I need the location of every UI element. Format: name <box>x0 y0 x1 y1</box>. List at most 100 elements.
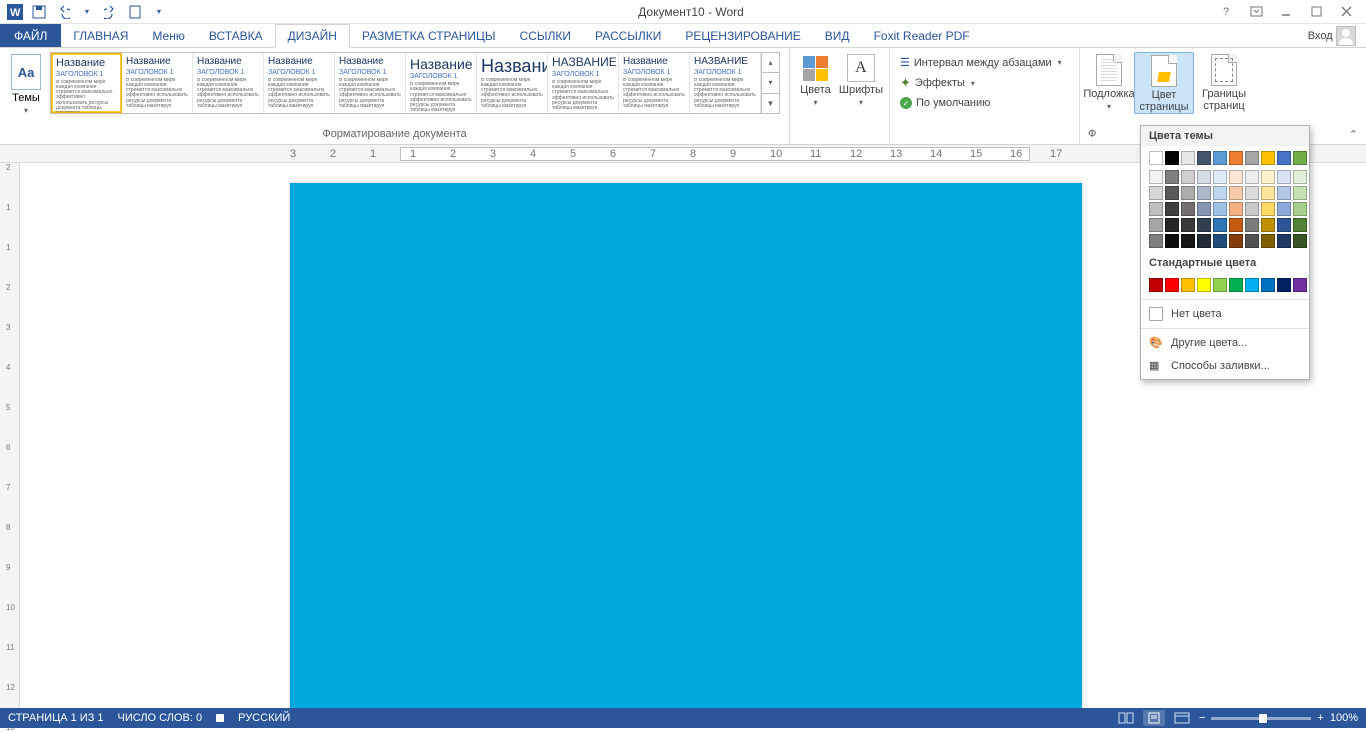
style-gallery-item[interactable]: НАЗВАНИЕЗАГОЛОВОК 1В современном мире ка… <box>548 53 619 113</box>
color-swatch[interactable] <box>1197 202 1211 216</box>
paragraph-spacing-button[interactable]: ☰Интервал между абзацами▾ <box>896 54 1066 71</box>
color-swatch[interactable] <box>1181 170 1195 184</box>
color-swatch[interactable] <box>1149 151 1163 165</box>
page-color-button[interactable]: Цвет страницы <box>1134 52 1194 114</box>
view-read-icon[interactable] <box>1115 710 1137 726</box>
minimize-icon[interactable] <box>1272 2 1300 22</box>
zoom-in-button[interactable]: + <box>1317 712 1323 724</box>
color-swatch[interactable] <box>1213 170 1227 184</box>
color-swatch[interactable] <box>1277 234 1291 248</box>
color-swatch[interactable] <box>1165 234 1179 248</box>
color-swatch[interactable] <box>1197 170 1211 184</box>
redo-icon[interactable] <box>100 2 122 22</box>
close-icon[interactable] <box>1332 2 1360 22</box>
color-swatch[interactable] <box>1165 170 1179 184</box>
zoom-out-button[interactable]: − <box>1199 712 1205 724</box>
undo-icon[interactable] <box>52 2 74 22</box>
color-swatch[interactable] <box>1293 234 1307 248</box>
color-swatch[interactable] <box>1213 234 1227 248</box>
tab-mailings[interactable]: РАССЫЛКИ <box>583 24 673 47</box>
zoom-slider[interactable] <box>1211 717 1311 720</box>
tab-design[interactable]: ДИЗАЙН <box>275 24 350 48</box>
themes-button[interactable]: Темы ▾ <box>6 52 46 115</box>
gallery-more-icon[interactable]: ▼ <box>762 94 779 113</box>
color-swatch[interactable] <box>1229 170 1243 184</box>
style-gallery[interactable]: НазваниеЗаголовок 1В современном мире ка… <box>50 52 780 114</box>
color-swatch[interactable] <box>1245 202 1259 216</box>
tab-layout[interactable]: РАЗМЕТКА СТРАНИЦЫ <box>350 24 508 47</box>
color-swatch[interactable] <box>1245 218 1259 232</box>
color-swatch[interactable] <box>1229 218 1243 232</box>
color-swatch[interactable] <box>1245 186 1259 200</box>
color-swatch[interactable] <box>1293 151 1307 165</box>
no-color-item[interactable]: Нет цвета <box>1141 302 1309 326</box>
color-swatch[interactable] <box>1245 278 1259 292</box>
color-swatch[interactable] <box>1149 278 1163 292</box>
default-button[interactable]: ✓По умолчанию <box>896 95 1066 111</box>
color-swatch[interactable] <box>1165 218 1179 232</box>
color-swatch[interactable] <box>1165 151 1179 165</box>
color-swatch[interactable] <box>1261 278 1275 292</box>
gallery-scroll-down-icon[interactable]: ▾ <box>762 73 779 93</box>
color-swatch[interactable] <box>1165 186 1179 200</box>
color-swatch[interactable] <box>1181 234 1195 248</box>
color-swatch[interactable] <box>1213 278 1227 292</box>
color-swatch[interactable] <box>1245 170 1259 184</box>
style-gallery-item[interactable]: НазваниеЗаголовок 1В современном мире ка… <box>193 53 264 113</box>
new-doc-icon[interactable] <box>124 2 146 22</box>
color-swatch[interactable] <box>1181 278 1195 292</box>
color-swatch[interactable] <box>1229 186 1243 200</box>
tab-insert[interactable]: ВСТАВКА <box>197 24 275 47</box>
color-swatch[interactable] <box>1197 278 1211 292</box>
color-swatch[interactable] <box>1277 170 1291 184</box>
status-page[interactable]: СТРАНИЦА 1 ИЗ 1 <box>8 712 104 724</box>
color-swatch[interactable] <box>1181 218 1195 232</box>
color-swatch[interactable] <box>1213 218 1227 232</box>
color-swatch[interactable] <box>1213 186 1227 200</box>
status-language[interactable]: РУССКИЙ <box>238 712 290 724</box>
color-swatch[interactable] <box>1149 202 1163 216</box>
color-swatch[interactable] <box>1229 202 1243 216</box>
color-swatch[interactable] <box>1261 234 1275 248</box>
color-swatch[interactable] <box>1293 218 1307 232</box>
style-gallery-item[interactable]: НазваниеЗаголовок 1В современном мире ка… <box>264 53 335 113</box>
tab-references[interactable]: ССЫЛКИ <box>508 24 583 47</box>
zoom-thumb[interactable] <box>1259 714 1267 723</box>
style-gallery-item[interactable]: НазваниеЗаголовок 1В современном мире ка… <box>619 53 690 113</box>
color-swatch[interactable] <box>1229 151 1243 165</box>
color-swatch[interactable] <box>1261 218 1275 232</box>
status-words[interactable]: ЧИСЛО СЛОВ: 0 <box>118 712 203 724</box>
colors-button[interactable]: Цвета▾ <box>796 52 835 107</box>
color-swatch[interactable] <box>1277 278 1291 292</box>
color-swatch[interactable] <box>1277 151 1291 165</box>
vertical-ruler[interactable]: 2112345678910111213 <box>0 163 20 708</box>
gallery-scroll-up-icon[interactable]: ▴ <box>762 53 779 73</box>
color-swatch[interactable] <box>1245 234 1259 248</box>
color-swatch[interactable] <box>1197 186 1211 200</box>
word-app-icon[interactable]: W <box>4 2 26 22</box>
color-swatch[interactable] <box>1197 218 1211 232</box>
color-swatch[interactable] <box>1277 186 1291 200</box>
fonts-button[interactable]: A Шрифты▾ <box>839 52 883 107</box>
color-swatch[interactable] <box>1149 186 1163 200</box>
tab-foxit[interactable]: Foxit Reader PDF <box>862 24 982 47</box>
color-swatch[interactable] <box>1149 170 1163 184</box>
view-print-icon[interactable] <box>1143 710 1165 726</box>
color-swatch[interactable] <box>1197 151 1211 165</box>
color-swatch[interactable] <box>1261 170 1275 184</box>
maximize-icon[interactable] <box>1302 2 1330 22</box>
tab-menu[interactable]: Меню <box>140 24 196 47</box>
signin-link[interactable]: Вход <box>1298 24 1366 47</box>
color-swatch[interactable] <box>1197 234 1211 248</box>
tab-review[interactable]: РЕЦЕНЗИРОВАНИЕ <box>673 24 812 47</box>
color-swatch[interactable] <box>1149 234 1163 248</box>
color-swatch[interactable] <box>1261 202 1275 216</box>
save-icon[interactable] <box>28 2 50 22</box>
document-page[interactable] <box>290 183 1082 708</box>
color-swatch[interactable] <box>1293 170 1307 184</box>
color-swatch[interactable] <box>1181 186 1195 200</box>
color-swatch[interactable] <box>1261 151 1275 165</box>
style-gallery-item[interactable]: НазваниеЗаголовок 1В современном мире ка… <box>406 53 477 113</box>
color-swatch[interactable] <box>1213 202 1227 216</box>
qat-customize-icon[interactable]: ▾ <box>148 2 170 22</box>
